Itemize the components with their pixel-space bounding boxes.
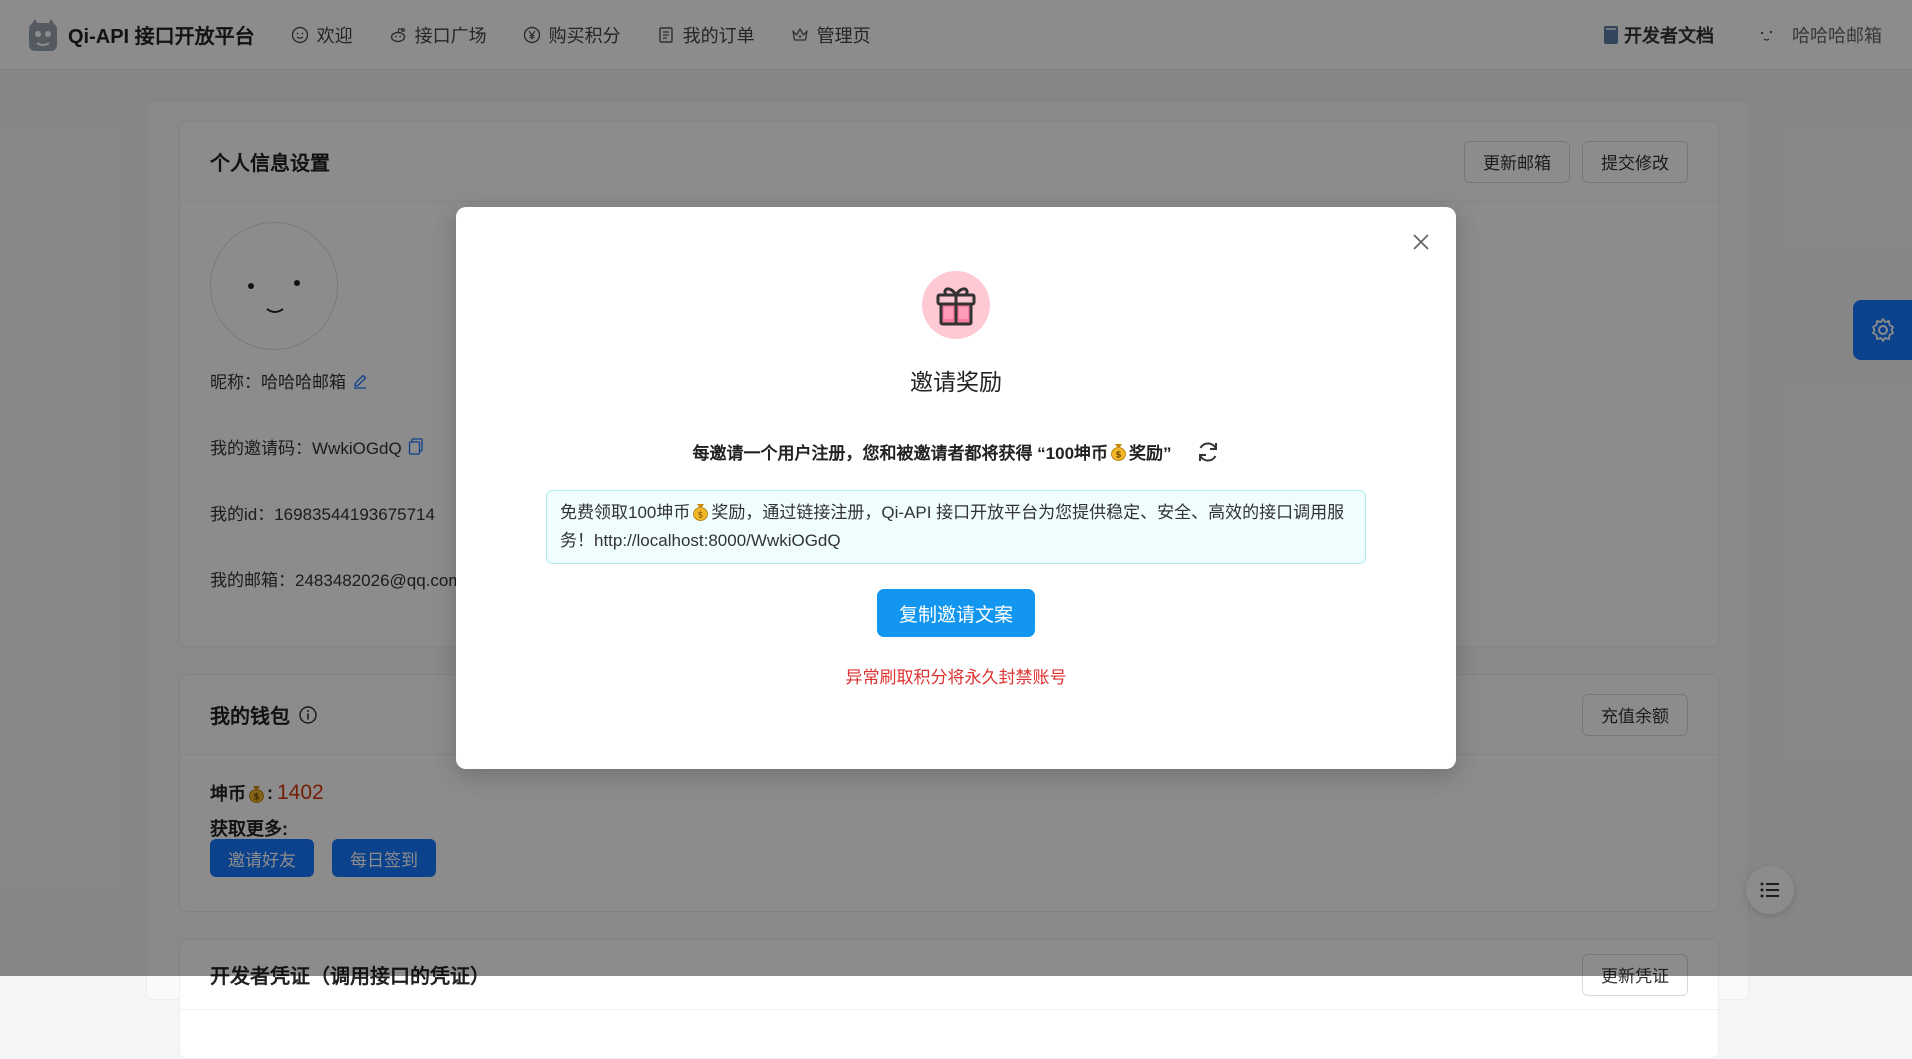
- invite-text-part1: 免费领取100坤币: [560, 503, 691, 522]
- svg-text:$: $: [698, 511, 704, 521]
- reward-description: 每邀请一个用户注册，您和被邀请者都将获得 “100坤币 $ 奖励”: [456, 439, 1456, 464]
- close-icon[interactable]: [1408, 229, 1434, 255]
- warning-text: 异常刷取积分将永久封禁账号: [845, 668, 1067, 687]
- money-bag-icon: $: [1111, 444, 1126, 461]
- reward-text-prefix: 每邀请一个用户注册，您和被邀请者都将获得 “100坤币: [692, 444, 1109, 463]
- reward-text-suffix: 奖励”: [1129, 444, 1172, 463]
- modal-title: 邀请奖励: [910, 369, 1002, 395]
- copy-invite-text-button[interactable]: 复制邀请文案: [877, 589, 1035, 637]
- svg-text:$: $: [1115, 451, 1121, 461]
- money-bag-icon: $: [693, 504, 709, 521]
- gift-icon: [936, 287, 976, 326]
- gift-badge: [922, 271, 990, 339]
- invite-text-box: 免费领取100坤币 $ 奖励，通过链接注册，Qi-API 接口开放平台为您提供稳定、…: [546, 490, 1366, 564]
- invite-reward-modal: 邀请奖励 每邀请一个用户注册，您和被邀请者都将获得 “100坤币 $ 奖励” 免…: [456, 207, 1456, 769]
- refresh-icon[interactable]: [1196, 440, 1220, 464]
